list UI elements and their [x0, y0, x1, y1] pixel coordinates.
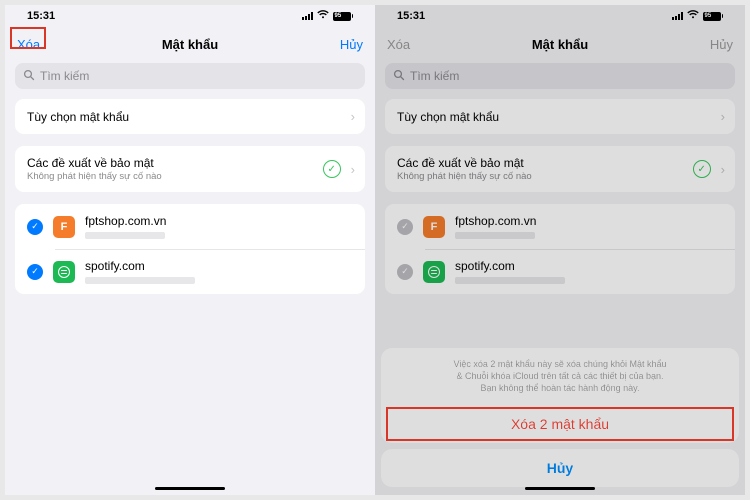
nav-delete-button[interactable]: Xóa [387, 37, 437, 52]
site-icon [423, 261, 445, 283]
search-placeholder: Tìm kiếm [410, 69, 459, 83]
site-name: fptshop.com.vn [85, 214, 355, 228]
chevron-right-icon: › [351, 109, 355, 124]
checkmark-circle-icon: ✓ [693, 160, 711, 178]
home-indicator[interactable] [525, 487, 595, 491]
chevron-right-icon: › [351, 162, 355, 177]
password-row[interactable]: ✓ spotify.com [385, 249, 735, 294]
phone-right: 15:31 95 Xóa Mật khẩu Hủy Tìm kiếm [375, 5, 745, 495]
passwords-card: ✓ F fptshop.com.vn ✓ spotify.com [15, 204, 365, 294]
nav-delete-button[interactable]: Xóa [17, 37, 67, 52]
chevron-right-icon: › [721, 162, 725, 177]
phone-left: 15:31 95 Xóa Mật khẩu Hủy Tìm kiếm [5, 5, 375, 495]
password-options-row[interactable]: Tùy chọn mật khẩu › [385, 99, 735, 134]
selection-checkbox[interactable]: ✓ [397, 264, 413, 280]
masked-credential [455, 277, 565, 284]
nav-cancel-button[interactable]: Hủy [683, 37, 733, 52]
status-time: 15:31 [397, 10, 425, 22]
status-time: 15:31 [27, 10, 55, 22]
status-bar: 15:31 95 [5, 5, 375, 27]
nav-bar: Xóa Mật khẩu Hủy [375, 27, 745, 61]
nav-bar: Xóa Mật khẩu Hủy [5, 27, 375, 61]
search-icon [23, 69, 35, 84]
search-field[interactable]: Tìm kiếm [15, 63, 365, 89]
wifi-icon [687, 10, 699, 22]
sheet-cancel-button[interactable]: Hủy [381, 449, 739, 487]
cellular-icon [672, 12, 683, 20]
home-indicator[interactable] [155, 487, 225, 491]
cellular-icon [302, 12, 313, 20]
highlight-delete-action [386, 407, 734, 441]
battery-icon: 95 [333, 12, 354, 21]
masked-credential [85, 232, 165, 239]
security-card: Các đề xuất về bảo mật Không phát hiện t… [385, 146, 735, 192]
options-card: Tùy chọn mật khẩu › [15, 99, 365, 134]
site-name: spotify.com [85, 259, 355, 273]
site-icon: F [53, 216, 75, 238]
security-recommendations-row[interactable]: Các đề xuất về bảo mật Không phát hiện t… [385, 146, 735, 192]
nav-cancel-button[interactable]: Hủy [313, 37, 363, 52]
site-icon [53, 261, 75, 283]
chevron-right-icon: › [721, 109, 725, 124]
password-row[interactable]: ✓ F fptshop.com.vn [385, 204, 735, 249]
password-row[interactable]: ✓ F fptshop.com.vn [15, 204, 365, 249]
security-recommendations-row[interactable]: Các đề xuất về bảo mật Không phát hiện t… [15, 146, 365, 192]
password-options-row[interactable]: Tùy chọn mật khẩu › [15, 99, 365, 134]
options-card: Tùy chọn mật khẩu › [385, 99, 735, 134]
masked-credential [85, 277, 195, 284]
checkmark-circle-icon: ✓ [323, 160, 341, 178]
search-icon [393, 69, 405, 84]
sheet-message: Việc xóa 2 mật khẩu này sẽ xóa chúng khỏ… [381, 348, 739, 405]
nav-title: Mật khẩu [162, 37, 218, 52]
selection-checkbox[interactable]: ✓ [27, 264, 43, 280]
site-name: spotify.com [455, 259, 725, 273]
search-placeholder: Tìm kiếm [40, 69, 89, 83]
selection-checkbox[interactable]: ✓ [397, 219, 413, 235]
search-field[interactable]: Tìm kiếm [385, 63, 735, 89]
wifi-icon [317, 10, 329, 22]
status-bar: 15:31 95 [375, 5, 745, 27]
passwords-card: ✓ F fptshop.com.vn ✓ spotify.com [385, 204, 735, 294]
action-sheet: Việc xóa 2 mật khẩu này sẽ xóa chúng khỏ… [381, 348, 739, 487]
site-name: fptshop.com.vn [455, 214, 725, 228]
battery-icon: 95 [703, 12, 724, 21]
selection-checkbox[interactable]: ✓ [27, 219, 43, 235]
security-card: Các đề xuất về bảo mật Không phát hiện t… [15, 146, 365, 192]
masked-credential [455, 232, 535, 239]
nav-title: Mật khẩu [532, 37, 588, 52]
password-row[interactable]: ✓ spotify.com [15, 249, 365, 294]
site-icon: F [423, 216, 445, 238]
